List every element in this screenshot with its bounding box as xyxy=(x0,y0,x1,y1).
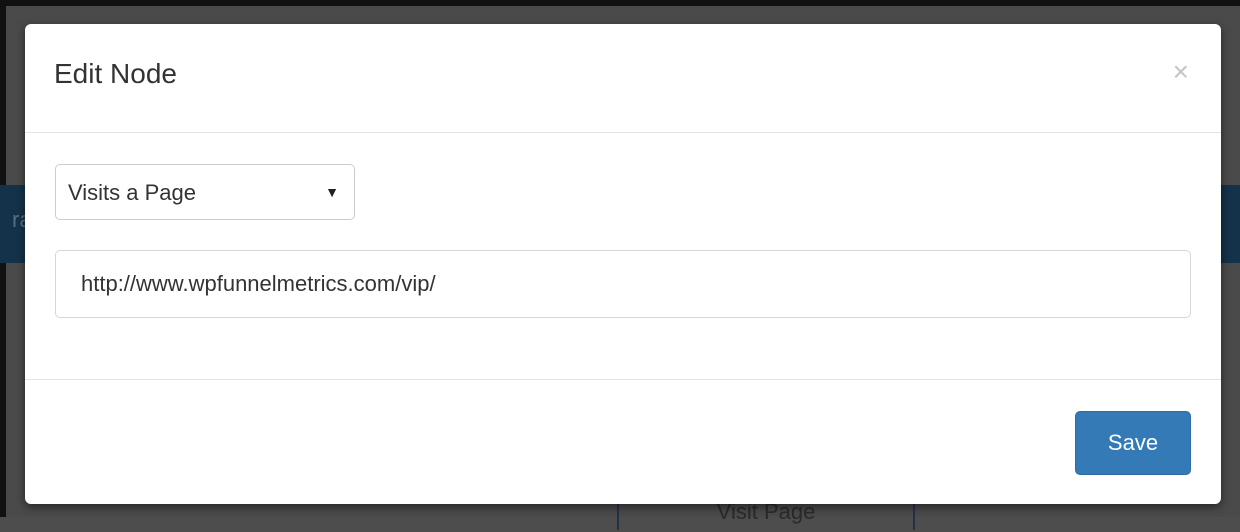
modal-title: Edit Node xyxy=(54,58,177,89)
chevron-down-icon: ▼ xyxy=(325,184,339,200)
close-icon[interactable]: × xyxy=(1173,58,1189,86)
save-button[interactable]: Save xyxy=(1075,411,1191,475)
modal-body: Visits a Page ▼ xyxy=(25,133,1221,380)
edit-node-modal: Edit Node × Visits a Page ▼ Save xyxy=(25,24,1221,504)
modal-footer: Save xyxy=(25,380,1221,504)
modal-header: Edit Node × xyxy=(25,24,1221,133)
url-input[interactable] xyxy=(55,250,1191,318)
node-type-select[interactable]: Visits a Page ▼ xyxy=(55,164,355,220)
node-type-selected-value: Visits a Page xyxy=(68,180,197,205)
